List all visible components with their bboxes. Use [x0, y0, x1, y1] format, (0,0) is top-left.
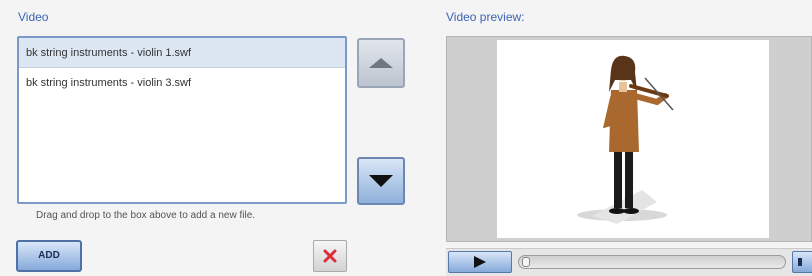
volume-icon	[798, 258, 802, 266]
move-up-button[interactable]	[357, 38, 405, 88]
move-down-button[interactable]	[357, 157, 405, 205]
drag-drop-hint: Drag and drop to the box above to add a …	[36, 210, 256, 221]
video-preview-label: Video preview:	[446, 10, 525, 24]
play-icon	[474, 256, 486, 268]
list-item-label: bk string instruments - violin 3.swf	[26, 77, 192, 89]
video-frame	[497, 40, 769, 238]
video-preview-pane	[446, 36, 812, 242]
play-button[interactable]	[448, 251, 512, 273]
progress-thumb[interactable]	[522, 257, 530, 267]
list-item[interactable]: bk string instruments - violin 3.swf	[19, 68, 345, 98]
delete-icon	[323, 249, 337, 263]
player-controls	[446, 248, 812, 276]
video-file-list[interactable]: bk string instruments - violin 1.swf bk …	[17, 36, 347, 204]
triangle-up-icon	[369, 58, 393, 68]
add-button[interactable]: ADD	[16, 240, 82, 272]
video-section-label: Video	[18, 10, 49, 24]
delete-button[interactable]	[313, 240, 347, 272]
list-item[interactable]: bk string instruments - violin 1.swf	[19, 38, 345, 68]
add-button-label: ADD	[38, 250, 60, 261]
violinist-figure	[577, 55, 674, 224]
list-item-label: bk string instruments - violin 1.swf	[26, 47, 192, 59]
volume-button[interactable]	[792, 251, 812, 273]
progress-slider[interactable]	[518, 255, 786, 269]
triangle-down-icon	[369, 175, 393, 187]
